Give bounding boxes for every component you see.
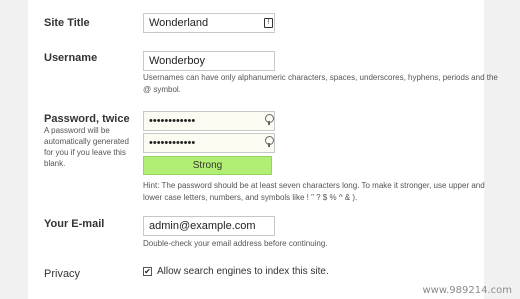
privacy-checkbox[interactable]: ✔ — [143, 267, 152, 276]
privacy-label: Privacy — [44, 268, 81, 280]
password-subtext-line3: for you if you leave this — [44, 148, 126, 157]
site-title-input[interactable]: Wonderland — [143, 13, 275, 33]
email-hint: Double-check your email address before c… — [143, 239, 328, 248]
username-input[interactable]: Wonderboy — [143, 51, 275, 71]
password-hint-line2: lower case letters, numbers, and symbols… — [143, 193, 358, 202]
info-card-icon: ! — [264, 18, 273, 28]
password-hint-line1: Hint: The password should be at least se… — [143, 181, 485, 190]
email-input[interactable]: admin@example.com — [143, 216, 275, 236]
password-subtext: A password will be automatically generat… — [44, 125, 130, 169]
password-subtext-line2: automatically generated — [44, 137, 129, 146]
password-strength-indicator: Strong — [143, 156, 272, 175]
privacy-checkbox-label[interactable]: Allow search engines to index this site. — [157, 266, 329, 277]
password-subtext-line4: blank. — [44, 159, 66, 168]
email-value: admin@example.com — [149, 220, 256, 232]
password-subtext-line1: A password will be — [44, 126, 110, 135]
password-value-1: •••••••••••• — [149, 115, 196, 127]
watermark-text: www.989214.com — [422, 285, 512, 296]
email-label: Your E-mail — [44, 218, 105, 230]
key-icon — [265, 136, 274, 147]
key-icon — [265, 114, 274, 125]
password-input-1[interactable]: •••••••••••• — [143, 111, 275, 131]
username-value: Wonderboy — [149, 55, 206, 67]
password-input-2[interactable]: •••••••••••• — [143, 133, 275, 153]
password-value-2: •••••••••••• — [149, 137, 196, 149]
password-label: Password, twice — [44, 113, 130, 125]
site-title-value: Wonderland — [149, 17, 209, 29]
username-label: Username — [44, 52, 98, 64]
site-title-label: Site Title — [44, 17, 90, 29]
username-hint-line1: Usernames can have only alphanumeric cha… — [143, 73, 498, 82]
username-hint-line2: @ symbol. — [143, 85, 181, 94]
